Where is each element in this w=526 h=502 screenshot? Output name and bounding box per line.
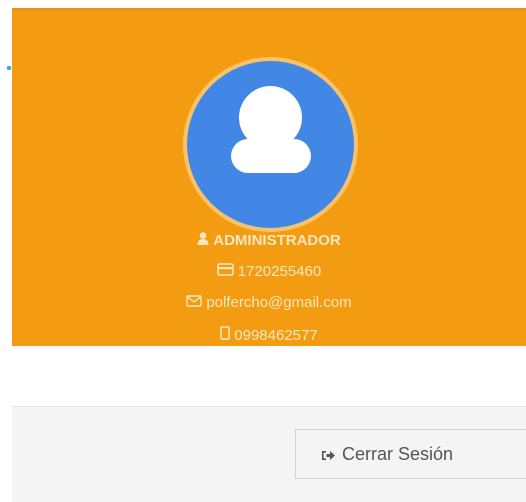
- user-phone: 0998462577: [234, 327, 318, 344]
- logout-button[interactable]: Cerrar Sesión: [295, 429, 526, 479]
- user-id-number: 1720255460: [237, 263, 322, 280]
- user-footer: Cerrar Sesión: [12, 406, 526, 502]
- user-role: ADMINISTRADOR: [213, 232, 341, 249]
- mobile-icon: [220, 326, 231, 346]
- user-id-line: 1720255460: [12, 262, 526, 282]
- user-role-line: ADMINISTRADOR: [12, 231, 526, 251]
- user-email-line: polfercho@gmail.com: [12, 293, 526, 313]
- user-email: polfercho@gmail.com: [206, 294, 352, 311]
- sign-out-icon: [321, 432, 336, 480]
- user-avatar-icon: [187, 61, 354, 228]
- left-edge: [0, 0, 12, 501]
- logout-label: Cerrar Sesión: [342, 444, 454, 464]
- avatar-body: [231, 139, 311, 173]
- envelope-icon: [186, 293, 203, 313]
- profile-body: [12, 346, 526, 406]
- user-phone-line: 0998462577: [12, 326, 526, 346]
- credit-card-icon: [216, 262, 234, 282]
- user-icon: [197, 231, 209, 251]
- edge-indicator: [7, 66, 11, 70]
